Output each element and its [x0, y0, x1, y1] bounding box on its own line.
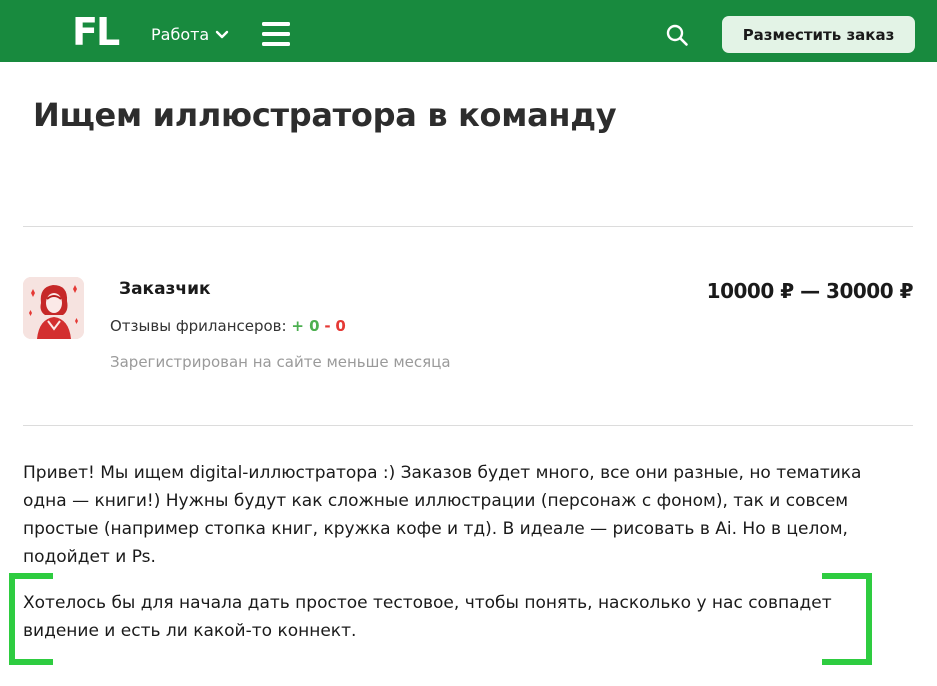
divider: [23, 425, 913, 426]
project-budget: 10000 ₽ — 30000 ₽: [706, 279, 914, 303]
customer-label[interactable]: Заказчик: [119, 279, 211, 299]
chevron-down-icon: [216, 30, 229, 39]
highlight-bracket-right: [822, 573, 872, 665]
nav-work-dropdown[interactable]: Работа: [151, 22, 229, 46]
reviews-separator: -: [324, 317, 331, 335]
highlight-bracket-left: [9, 573, 53, 665]
reviews-label: Отзывы фрилансеров:: [110, 317, 287, 335]
fl-logo[interactable]: FL: [72, 10, 120, 54]
reviews-positive[interactable]: + 0: [291, 317, 319, 335]
divider: [23, 226, 913, 227]
menu-icon[interactable]: [262, 21, 290, 47]
page-title: Ищем иллюстратора в команду: [33, 96, 617, 134]
avatar[interactable]: [23, 277, 84, 339]
search-icon[interactable]: [665, 23, 689, 47]
place-order-button[interactable]: Разместить заказ: [722, 16, 915, 53]
freelancer-reviews: Отзывы фрилансеров: + 0 - 0: [110, 317, 346, 335]
top-header: FL Работа Разместить заказ: [0, 0, 937, 62]
registration-status: Зарегистрирован на сайте меньше месяца: [110, 353, 451, 371]
customer-avatar-illustration: [23, 277, 84, 339]
project-description-highlight: Хотелось бы для начала дать простое тест…: [23, 593, 832, 641]
reviews-negative[interactable]: 0: [335, 317, 345, 335]
nav-work-label: Работа: [151, 24, 210, 44]
project-description: Привет! Мы ищем digital-иллюстратора :) …: [23, 463, 862, 567]
